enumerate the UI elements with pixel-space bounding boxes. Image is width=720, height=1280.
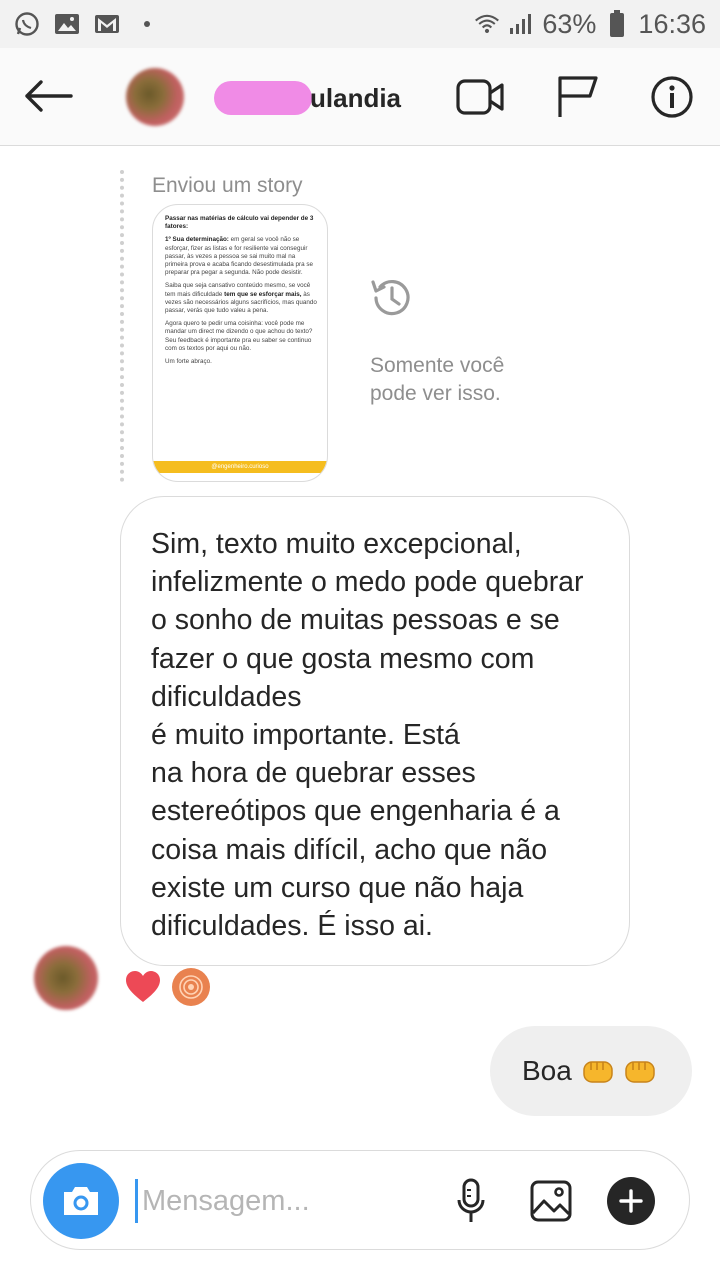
sent-message-bubble[interactable]: Boa: [490, 1026, 692, 1116]
clock: 16:36: [638, 8, 706, 39]
story-label: Enviou um story: [152, 174, 303, 197]
info-icon: [651, 76, 693, 118]
status-bar: 63% 16:36: [0, 0, 720, 48]
fist-bump-icon: [583, 1061, 613, 1083]
plus-icon: [619, 1189, 643, 1213]
story-p3: Agora quero te pedir uma coisinha: você …: [165, 320, 313, 352]
reply-thread-line: [120, 170, 124, 482]
reaction-emoji-badge: [172, 968, 210, 1006]
whatsapp-icon: [14, 11, 40, 37]
gmail-icon: [94, 11, 120, 37]
heart-icon: [126, 971, 160, 1002]
story-content: Passar nas matérias de cálculo vai depen…: [165, 215, 317, 371]
chat-header: ulandia: [0, 48, 720, 146]
received-message-bubble[interactable]: Sim, texto muito excepcional, infelizmen…: [120, 496, 630, 966]
story-thumbnail[interactable]: Passar nas matérias de cálculo vai depen…: [152, 204, 328, 482]
received-message-text: Sim, texto muito excepcional, infelizmen…: [151, 528, 584, 943]
more-options-button[interactable]: [607, 1177, 655, 1225]
message-composer: [30, 1150, 690, 1250]
story-p2-bold: tem que se esforçar mais,: [224, 290, 302, 298]
info-button[interactable]: [648, 74, 696, 120]
camera-icon: [64, 1187, 98, 1215]
voice-message-button[interactable]: [447, 1177, 495, 1225]
report-button[interactable]: [554, 74, 602, 120]
gallery-icon: [54, 11, 80, 37]
signal-icon: [508, 11, 534, 37]
sender-avatar[interactable]: [34, 946, 98, 1010]
username[interactable]: ulandia: [214, 78, 401, 118]
story-reply: Enviou um story Passar nas matérias de c…: [120, 170, 540, 485]
story-p4: Um forte abraço.: [165, 358, 212, 366]
message-reactions[interactable]: [124, 968, 210, 1006]
gallery-button[interactable]: [527, 1177, 575, 1225]
story-title: Passar nas matérias de cálculo vai depen…: [165, 215, 314, 231]
sent-message-text: Boa: [522, 1055, 572, 1086]
history-icon: [371, 279, 410, 316]
flag-icon: [558, 76, 598, 117]
dot-icon: [134, 11, 160, 37]
video-call-button[interactable]: [456, 74, 504, 120]
microphone-icon: [457, 1178, 485, 1222]
battery-percent: 63%: [542, 8, 597, 39]
visibility-note: Somente você pode ver isso.: [370, 354, 505, 405]
camera-button[interactable]: [43, 1163, 119, 1239]
image-icon: [530, 1180, 572, 1222]
battery-icon: [604, 10, 630, 37]
wifi-icon: [474, 11, 500, 37]
username-redaction: [214, 81, 312, 115]
username-label: ulandia: [310, 82, 402, 113]
story-p1-bold: 1º Sua determinação:: [165, 236, 229, 244]
avatar[interactable]: [126, 68, 184, 126]
fist-bump-icon: [625, 1061, 655, 1083]
story-footer: @engenheiro.curioso: [153, 461, 327, 473]
back-arrow-icon: [25, 80, 73, 112]
video-call-icon: [456, 79, 504, 115]
message-input[interactable]: [135, 1179, 435, 1223]
back-button[interactable]: [22, 74, 74, 118]
